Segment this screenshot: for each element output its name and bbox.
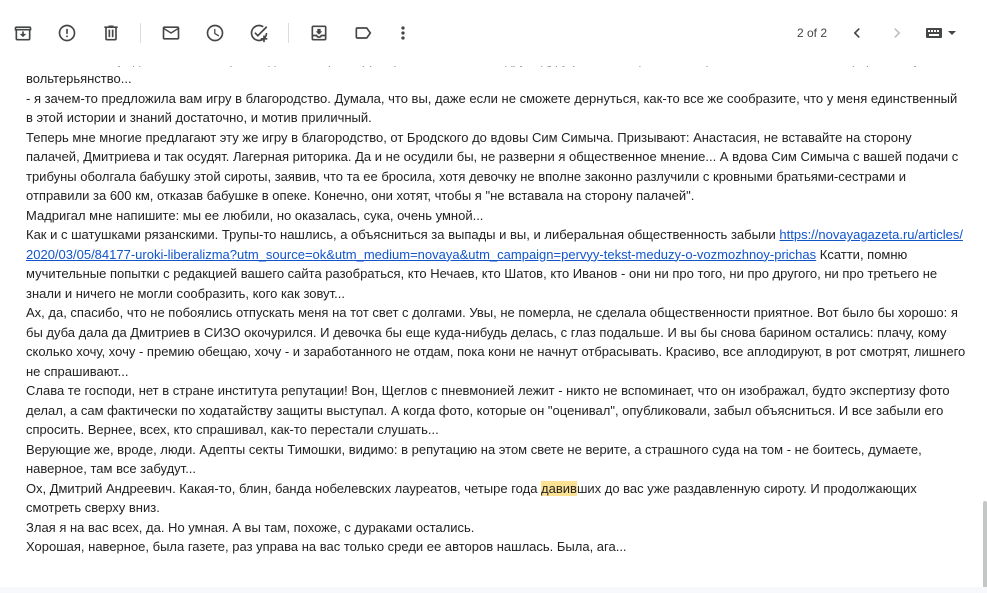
message-toolbar: 2 of 2 — [0, 0, 987, 66]
chevron-left-icon[interactable] — [845, 21, 869, 45]
search-highlight: давив — [541, 480, 577, 496]
paragraph-5-text: Как и с шатушками рязанскими. Трупы-то н… — [26, 227, 780, 242]
paragraph-5: Как и с шатушками рязанскими. Трупы-то н… — [26, 225, 966, 303]
archive-icon[interactable] — [11, 21, 35, 45]
toolbar-divider — [288, 23, 289, 43]
pager-count: 2 of 2 — [797, 26, 828, 40]
paragraph-7: Слава те господи, нет в стране института… — [26, 383, 950, 437]
paragraph-4: Мадригал мне напишите: мы ее любили, но … — [26, 207, 484, 223]
paragraph-1: портретов лишь потому, что вы нужны им с… — [26, 66, 966, 86]
more-icon[interactable] — [391, 21, 415, 45]
delete-icon[interactable] — [99, 21, 123, 45]
bottom-strip — [0, 587, 987, 593]
mark-unread-icon[interactable] — [159, 21, 183, 45]
paragraph-9: Ох, Дмитрий Андреевич. Какая-то, блин, б… — [26, 479, 966, 518]
paragraph-9-text: Ох, Дмитрий Андреевич. Какая-то, блин, б… — [26, 480, 542, 496]
message-body: портретов лишь потому, что вы нужны им с… — [0, 66, 987, 587]
paragraph-2: - я зачем-то предложила вам игру в благо… — [26, 90, 958, 126]
paragraph-11: Хорошая, наверное, была газете, раз упра… — [26, 539, 627, 554]
keyboard-icon[interactable] — [924, 21, 960, 45]
paragraph-6: Ах, да, спасибо, что не побоялись отпуск… — [26, 305, 966, 379]
snooze-icon[interactable] — [203, 21, 227, 45]
move-to-icon[interactable] — [307, 21, 331, 45]
toolbar-divider — [140, 23, 141, 43]
scrollbar-thumb[interactable] — [983, 501, 987, 587]
label-icon[interactable] — [351, 21, 375, 45]
chevron-right-icon[interactable] — [885, 21, 909, 45]
paragraph-10: Злая я на вас всех, да. Но умная. А вы т… — [26, 519, 475, 535]
add-task-icon[interactable] — [247, 21, 271, 45]
message-text: портретов лишь потому, что вы нужны им с… — [26, 66, 966, 557]
paragraph-3: Теперь мне многие предлагают эту же игру… — [26, 129, 959, 204]
paragraph-8: Верующие же, вроде, люди. Адепты секты Т… — [26, 441, 922, 477]
report-spam-icon[interactable] — [55, 21, 79, 45]
